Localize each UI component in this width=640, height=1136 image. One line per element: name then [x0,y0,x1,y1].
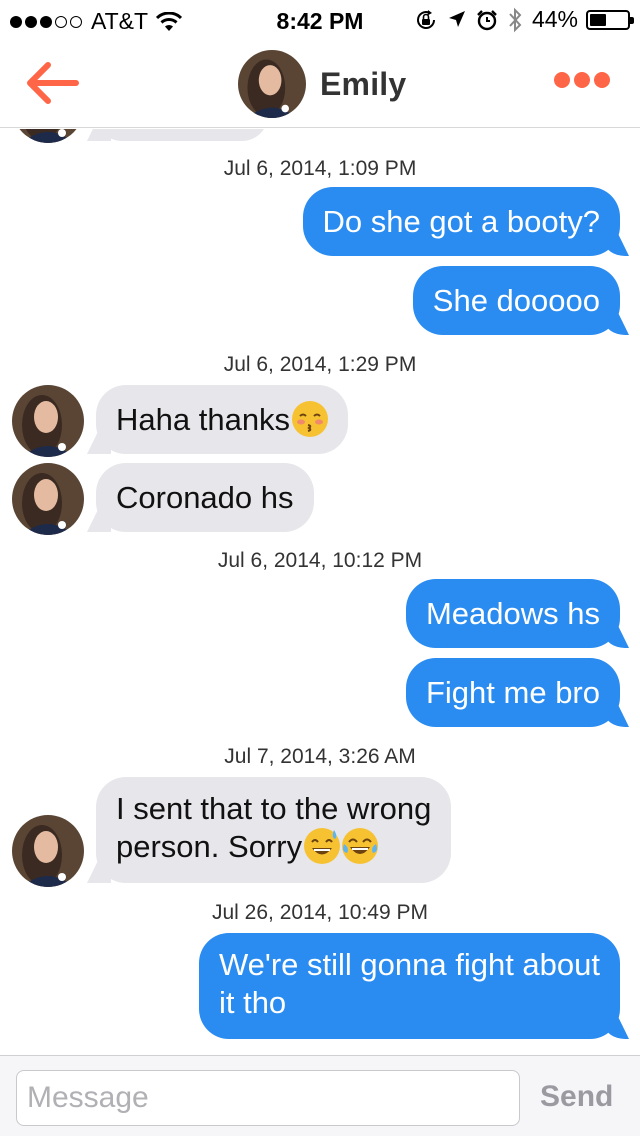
more-dots-icon [574,72,590,88]
nav-bar: Emily [0,40,640,128]
message-text: person. Sorry [116,829,303,864]
message-text-line: We're still gonna fight about [218,947,600,982]
back-button[interactable] [24,60,80,106]
bluetooth-icon [509,7,522,32]
more-options-button[interactable] [550,72,610,88]
status-bar: AT&T 8:42 PM 44% [0,0,640,40]
battery-level [590,13,606,26]
battery-icon [586,9,634,30]
message-bubble-outgoing[interactable]: Do she got a booty? [302,187,620,256]
message-text: Haha thanks [116,402,291,437]
message-text-line: I sent that to the wrong [116,791,432,826]
more-dots-icon [554,72,570,88]
message-text-line: person. Sorry [116,828,431,866]
message-bubble-incoming[interactable] [96,129,268,141]
rotation-lock-icon [416,9,435,29]
tears-of-joy-emoji [342,828,379,864]
avatar[interactable] [12,463,84,535]
blushing-kiss-emoji [292,401,329,437]
status-right: 44% [414,6,634,33]
sweat-smile-emoji [304,828,341,864]
avatar[interactable] [238,50,306,118]
send-button[interactable]: Send [540,1080,613,1114]
timestamp: Jul 6, 2014, 10:12 PM [217,549,423,572]
message-bubble-incoming[interactable]: I sent that to the wrong person. Sorry [96,777,452,883]
location-icon [448,10,465,27]
message-bubble-incoming[interactable]: Haha thanks [96,385,349,454]
message-bubble-outgoing[interactable]: Fight me bro [405,658,620,727]
timestamp: Jul 7, 2014, 3:26 AM [224,745,416,768]
back-arrow-icon [27,62,79,104]
timestamp: Jul 6, 2014, 1:09 PM [223,157,417,180]
contact-name: Emily [320,65,407,102]
battery-nub [630,16,634,24]
message-list[interactable]: Jul 6, 2014, 1:09 PM Do she got a booty?… [0,129,640,1055]
message-bubble-outgoing[interactable]: We're still gonna fight about it tho [198,933,620,1039]
message-bubble-outgoing[interactable]: She dooooo [412,266,620,335]
avatar[interactable] [12,385,84,457]
battery-percent: 44% [531,6,578,32]
avatar[interactable] [12,129,84,143]
message-input[interactable] [16,1070,520,1126]
contact-header[interactable]: Emily [238,50,406,118]
alarm-icon [477,9,497,30]
timestamp: Jul 6, 2014, 1:29 PM [223,353,417,376]
timestamp: Jul 26, 2014, 10:49 PM [212,901,428,924]
more-dots-icon [594,72,610,88]
message-composer: Send [0,1055,640,1136]
message-bubble-incoming[interactable]: Coronado hs [96,463,314,532]
message-text-line: it tho [218,985,287,1020]
avatar[interactable] [12,815,84,887]
message-bubble-outgoing[interactable]: Meadows hs [405,579,620,648]
